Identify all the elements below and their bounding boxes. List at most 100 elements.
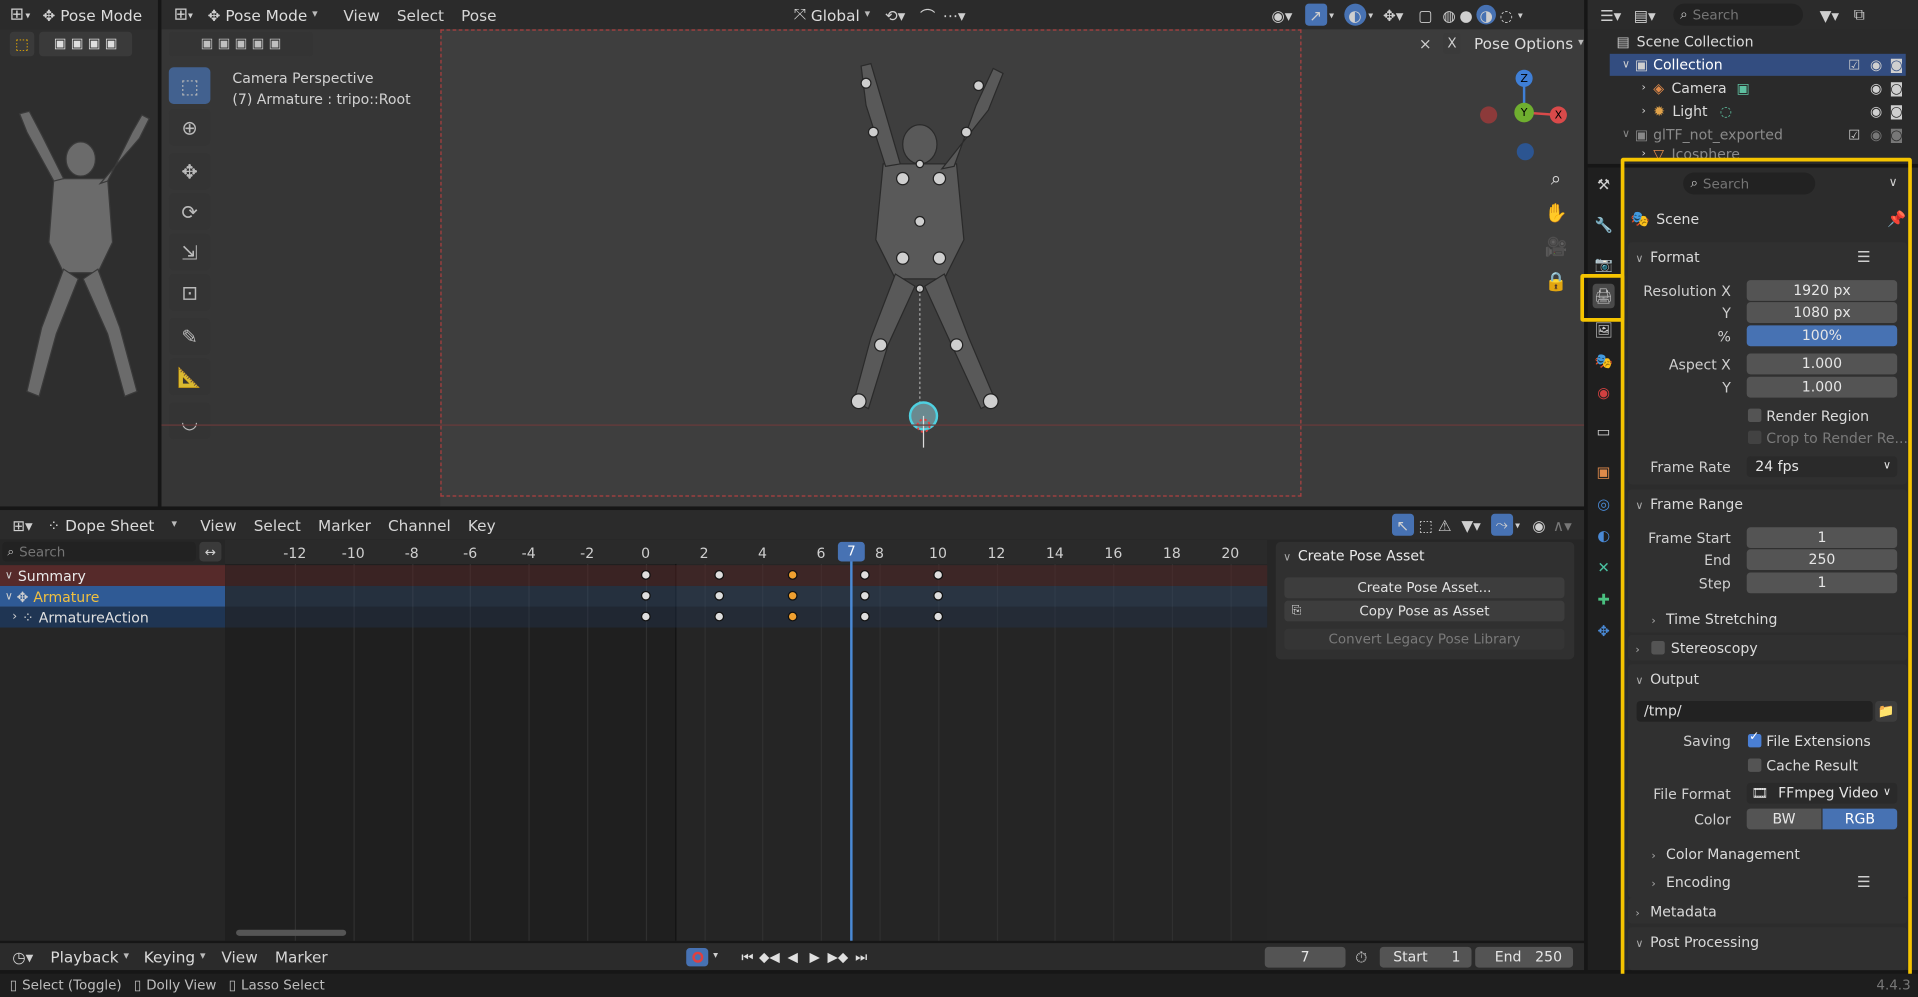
camera-render-icon[interactable]: ◙ [1890, 103, 1904, 120]
keyframe[interactable] [714, 570, 724, 580]
menu-view[interactable]: View [192, 516, 245, 534]
keying-menu[interactable]: Keying ▾ [136, 944, 212, 968]
root-bone-handle[interactable] [903, 399, 945, 448]
clock-icon[interactable]: ◷▾ [12, 947, 33, 965]
constraint-tab-icon[interactable]: ✕ [1593, 555, 1615, 579]
modifier-tab-icon[interactable]: ◎ [1593, 492, 1615, 516]
camera-view-icon[interactable]: 🎥 [1540, 231, 1572, 263]
bone-overlay-icon[interactable]: ✥▾ [1383, 6, 1403, 24]
checkbox-icon[interactable]: ☑ [1848, 127, 1860, 143]
editor-type-icon[interactable]: ⊞ [10, 5, 24, 25]
menu-pose[interactable]: Pose [453, 6, 506, 24]
data-tab-icon[interactable]: ✚ [1593, 587, 1615, 611]
falloff-icon[interactable]: ∧▾ [1553, 516, 1572, 534]
outliner-row-gltf[interactable]: ∨ ▣ glTF_not_exported ☑ ◉ ◙ [1610, 124, 1906, 146]
copy-pose-asset-button[interactable]: ⎘ Copy Pose as Asset [1284, 600, 1565, 622]
chevron-down-icon[interactable]: ▾ [1368, 9, 1373, 20]
shading-wireframe-icon[interactable]: ◍ [1442, 6, 1455, 24]
playback-menu[interactable]: Playback ▾ [43, 944, 136, 968]
mirror-icon[interactable]: ⨯ [1419, 34, 1432, 52]
outliner-row-camera[interactable]: › ◈ Camera ▣ ◉ ◙ [1610, 77, 1906, 99]
keyframe[interactable] [640, 611, 651, 622]
current-frame-field[interactable]: 7 [1264, 946, 1346, 968]
editor-type-icon[interactable]: ⊞▾ [12, 516, 32, 534]
menu-select[interactable]: Select [245, 516, 309, 534]
playhead-line[interactable] [850, 552, 853, 941]
outliner-row-scene-collection[interactable]: ▤ Scene Collection [1610, 31, 1906, 53]
pose-options-dropdown[interactable]: Pose Options ▾ [1467, 32, 1591, 54]
keyframe[interactable] [714, 611, 724, 622]
chevron-down-icon[interactable]: ▾ [1515, 519, 1520, 530]
visibility-icon[interactable]: ◉▾ [1271, 6, 1292, 24]
channel-search-box[interactable]: ⌕ [2, 541, 196, 562]
horizontal-scrollbar[interactable] [236, 929, 347, 936]
chevron-down-icon[interactable]: ∨ [5, 590, 13, 602]
world-tab-icon[interactable]: ◉ [1593, 380, 1615, 404]
channel-armature[interactable]: ∨ ✥ Armature [0, 585, 226, 607]
jump-end-icon[interactable]: ⏭ [853, 948, 870, 966]
scene-tab-icon[interactable]: 🎭 [1593, 349, 1615, 373]
end-frame-field[interactable]: End 250 [1475, 946, 1574, 968]
menu-marker[interactable]: Marker [266, 947, 336, 965]
new-collection-icon[interactable]: ⧉ [1854, 5, 1865, 25]
shading-solid-icon[interactable]: ● [1459, 6, 1472, 24]
chevron-right-icon[interactable]: › [1642, 105, 1646, 117]
chevron-down-icon[interactable]: ▾ [1329, 9, 1334, 20]
outliner-search-box[interactable]: ⌕ [1672, 3, 1803, 26]
camera-render-icon[interactable]: ◙ [1890, 80, 1904, 97]
chevron-right-icon[interactable]: › [12, 610, 17, 623]
next-keyframe-icon[interactable]: ▶◆ [828, 948, 849, 966]
keyframe[interactable] [640, 590, 651, 601]
menu-key[interactable]: Key [459, 516, 504, 534]
active-tool-tab-icon[interactable]: 🔧 [1593, 213, 1615, 237]
gizmo-toggle-icon[interactable]: ↗ [1304, 3, 1327, 26]
chevron-down-icon[interactable]: ∨ [5, 569, 13, 581]
render-tab-icon[interactable]: 📷 [1593, 252, 1615, 276]
shading-material-icon[interactable]: ◑ [1476, 4, 1497, 25]
channel-summary[interactable]: ∨ Summary [0, 565, 226, 586]
convert-legacy-button[interactable]: Convert Legacy Pose Library [1284, 628, 1565, 650]
eye-icon[interactable]: ◉ [1870, 126, 1882, 143]
snap-target-icon[interactable]: ⋯▾ [943, 6, 966, 24]
keyframe[interactable] [933, 611, 944, 622]
prev-keyframe-icon[interactable]: ◆◀ [759, 948, 780, 966]
lock-icon[interactable]: 🔒 [1540, 265, 1572, 297]
overlays-icon[interactable]: ◐ [1343, 3, 1366, 26]
select-mode-icons[interactable]: ▣ ▣ ▣ ▣ [39, 31, 133, 57]
keyframe[interactable] [787, 590, 797, 601]
shading-rendered-icon[interactable]: ◌ [1500, 6, 1513, 24]
eye-icon[interactable]: ◉ [1870, 103, 1882, 120]
collection-tab-icon[interactable]: ▭ [1593, 420, 1615, 444]
play-icon[interactable]: ▶ [806, 948, 823, 966]
checkbox-icon[interactable]: ☑ [1848, 57, 1860, 73]
zoom-icon[interactable]: ⌕ [1540, 163, 1572, 195]
keyframe[interactable] [787, 570, 797, 580]
jump-start-icon[interactable]: ⏮ [739, 948, 756, 966]
show-hidden-icon[interactable]: ⬚ [1419, 516, 1433, 534]
errors-icon[interactable]: ⚠ [1438, 516, 1452, 534]
proportional-icon[interactable]: ◉ [1532, 516, 1545, 534]
keyframe[interactable] [860, 570, 871, 580]
auto-snap-icon[interactable]: ⤳ [1490, 513, 1513, 536]
snap-icon[interactable]: ⌒ [920, 3, 935, 26]
filter-icon[interactable]: ▼▾ [1820, 6, 1839, 24]
bone-tab-icon[interactable]: ✥ [1593, 619, 1615, 643]
display-mode-icon[interactable]: ▤▾ [1634, 6, 1656, 24]
keyframe[interactable] [933, 590, 944, 601]
camera-render-icon[interactable]: ◙ [1890, 56, 1904, 73]
orientation-dropdown[interactable]: ⤧ Global ▾ [786, 2, 877, 26]
start-frame-field[interactable]: Start 1 [1379, 946, 1472, 968]
keyframe[interactable] [640, 570, 651, 580]
keyframe[interactable] [787, 611, 797, 622]
mode-dropdown[interactable]: ✥ Pose Mode [35, 2, 149, 26]
chevron-down-icon[interactable]: ▾ [1518, 9, 1523, 20]
physics-tab-icon[interactable]: ◐ [1593, 524, 1615, 548]
menu-view[interactable]: View [335, 6, 388, 24]
chevron-right-icon[interactable]: › [1642, 82, 1646, 94]
channel-search-input[interactable] [19, 543, 179, 560]
keyframe[interactable] [933, 570, 944, 580]
keyframe[interactable] [860, 590, 871, 601]
playhead-frame-badge[interactable]: 7 [837, 541, 865, 562]
outliner-row-light[interactable]: › ✹ Light ◌ ◉ ◙ [1610, 100, 1906, 122]
mode-dropdown[interactable]: ✥ Pose Mode ▾ [200, 2, 325, 26]
